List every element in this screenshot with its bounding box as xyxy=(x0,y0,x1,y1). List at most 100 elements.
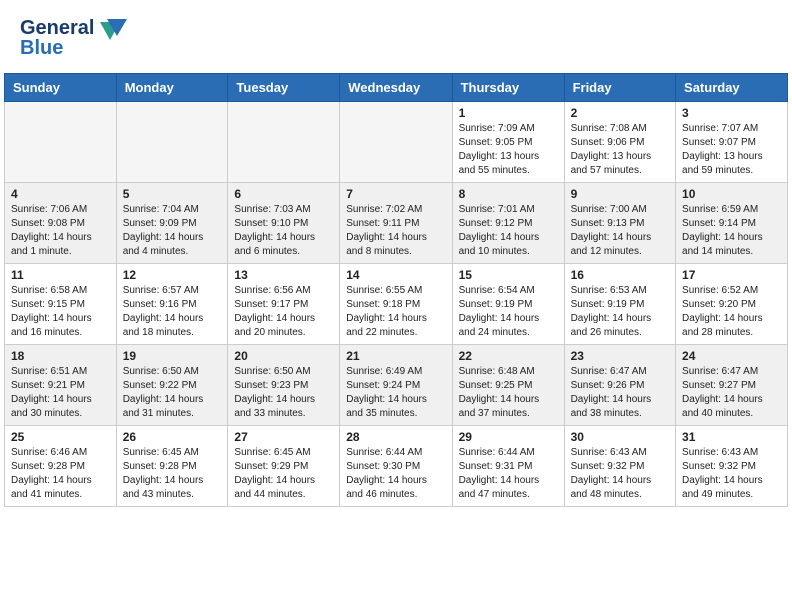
calendar-cell: 12Sunrise: 6:57 AM Sunset: 9:16 PM Dayli… xyxy=(116,264,228,345)
calendar-table: SundayMondayTuesdayWednesdayThursdayFrid… xyxy=(4,73,788,507)
calendar-cell xyxy=(340,102,452,183)
day-number: 9 xyxy=(571,187,669,201)
calendar-week-row: 1Sunrise: 7:09 AM Sunset: 9:05 PM Daylig… xyxy=(5,102,788,183)
day-number: 26 xyxy=(123,430,222,444)
day-info: Sunrise: 7:08 AM Sunset: 9:06 PM Dayligh… xyxy=(571,122,669,178)
day-info: Sunrise: 6:43 AM Sunset: 9:32 PM Dayligh… xyxy=(571,446,669,502)
day-number: 5 xyxy=(123,187,222,201)
calendar-week-row: 18 Sunrise: 6:51 AM Sunset: 9:21 PM Dayli… xyxy=(5,345,788,426)
weekday-header-friday: Friday xyxy=(564,74,675,102)
weekday-header-sunday: Sunday xyxy=(5,74,117,102)
calendar-wrapper: SundayMondayTuesdayWednesdayThursdayFrid… xyxy=(0,73,792,507)
day-info: Sunrise: 6:49 AM Sunset: 9:24 PM Dayligh… xyxy=(346,365,445,421)
calendar-cell: 21 Sunrise: 6:49 AM Sunset: 9:24 PM Dayli… xyxy=(340,345,452,426)
day-info: Sunrise: 6:46 AM Sunset: 9:28 PM Dayligh… xyxy=(11,446,110,502)
day-info: Sunrise: 6:47 AM Sunset: 9:26 PM Dayligh… xyxy=(571,365,669,421)
day-info: Sunrise: 7:04 AM Sunset: 9:09 PM Dayligh… xyxy=(123,203,222,259)
calendar-cell: 15 Sunrise: 6:54 AM Sunset: 9:19 PM Dayli… xyxy=(452,264,564,345)
weekday-header-thursday: Thursday xyxy=(452,74,564,102)
calendar-cell: 18 Sunrise: 6:51 AM Sunset: 9:21 PM Dayli… xyxy=(5,345,117,426)
day-info: Sunrise: 6:50 AM Sunset: 9:23 PM Dayligh… xyxy=(234,365,333,421)
calendar-cell: 4Sunrise: 7:06 AM Sunset: 9:08 PM Daylig… xyxy=(5,183,117,264)
weekday-header-tuesday: Tuesday xyxy=(228,74,340,102)
calendar-cell: 17Sunrise: 6:52 AM Sunset: 9:20 PM Dayli… xyxy=(676,264,788,345)
day-number: 12 xyxy=(123,268,222,282)
day-info: Sunrise: 7:06 AM Sunset: 9:08 PM Dayligh… xyxy=(11,203,110,259)
day-number: 15 xyxy=(459,268,558,282)
day-info: Sunrise: 6:44 AM Sunset: 9:30 PM Dayligh… xyxy=(346,446,445,502)
day-number: 13 xyxy=(234,268,333,282)
calendar-cell: 26 Sunrise: 6:45 AM Sunset: 9:28 PM Dayli… xyxy=(116,426,228,507)
calendar-cell: 11 Sunrise: 6:58 AM Sunset: 9:15 PM Dayli… xyxy=(5,264,117,345)
calendar-cell: 29 Sunrise: 6:44 AM Sunset: 9:31 PM Dayli… xyxy=(452,426,564,507)
day-info: Sunrise: 6:59 AM Sunset: 9:14 PM Dayligh… xyxy=(682,203,781,259)
day-info: Sunrise: 7:02 AM Sunset: 9:11 PM Dayligh… xyxy=(346,203,445,259)
calendar-cell: 2 Sunrise: 7:08 AM Sunset: 9:06 PM Daylig… xyxy=(564,102,675,183)
weekday-header-saturday: Saturday xyxy=(676,74,788,102)
calendar-cell: 9 Sunrise: 7:00 AM Sunset: 9:13 PM Daylig… xyxy=(564,183,675,264)
calendar-cell: 16 Sunrise: 6:53 AM Sunset: 9:19 PM Dayli… xyxy=(564,264,675,345)
calendar-cell: 20Sunrise: 6:50 AM Sunset: 9:23 PM Dayli… xyxy=(228,345,340,426)
day-info: Sunrise: 6:54 AM Sunset: 9:19 PM Dayligh… xyxy=(459,284,558,340)
calendar-cell: 14 Sunrise: 6:55 AM Sunset: 9:18 PM Dayli… xyxy=(340,264,452,345)
calendar-cell: 22 Sunrise: 6:48 AM Sunset: 9:25 PM Dayli… xyxy=(452,345,564,426)
weekday-header-monday: Monday xyxy=(116,74,228,102)
day-number: 23 xyxy=(571,349,669,363)
day-number: 11 xyxy=(11,268,110,282)
day-info: Sunrise: 6:50 AM Sunset: 9:22 PM Dayligh… xyxy=(123,365,222,421)
calendar-cell: 7 Sunrise: 7:02 AM Sunset: 9:11 PM Daylig… xyxy=(340,183,452,264)
day-number: 22 xyxy=(459,349,558,363)
day-number: 8 xyxy=(459,187,558,201)
day-number: 14 xyxy=(346,268,445,282)
day-number: 29 xyxy=(459,430,558,444)
logo-text: General Blue xyxy=(20,12,130,65)
day-info: Sunrise: 6:51 AM Sunset: 9:21 PM Dayligh… xyxy=(11,365,110,421)
calendar-cell xyxy=(228,102,340,183)
page-header: General Blue xyxy=(0,0,792,73)
day-info: Sunrise: 7:03 AM Sunset: 9:10 PM Dayligh… xyxy=(234,203,333,259)
weekday-header-wednesday: Wednesday xyxy=(340,74,452,102)
calendar-cell: 19 Sunrise: 6:50 AM Sunset: 9:22 PM Dayli… xyxy=(116,345,228,426)
svg-text:General: General xyxy=(20,17,94,39)
day-info: Sunrise: 6:56 AM Sunset: 9:17 PM Dayligh… xyxy=(234,284,333,340)
day-info: Sunrise: 7:00 AM Sunset: 9:13 PM Dayligh… xyxy=(571,203,669,259)
day-info: Sunrise: 6:45 AM Sunset: 9:29 PM Dayligh… xyxy=(234,446,333,502)
day-number: 10 xyxy=(682,187,781,201)
day-info: Sunrise: 6:45 AM Sunset: 9:28 PM Dayligh… xyxy=(123,446,222,502)
day-info: Sunrise: 6:58 AM Sunset: 9:15 PM Dayligh… xyxy=(11,284,110,340)
day-info: Sunrise: 6:48 AM Sunset: 9:25 PM Dayligh… xyxy=(459,365,558,421)
day-info: Sunrise: 6:55 AM Sunset: 9:18 PM Dayligh… xyxy=(346,284,445,340)
day-info: Sunrise: 6:52 AM Sunset: 9:20 PM Dayligh… xyxy=(682,284,781,340)
day-number: 6 xyxy=(234,187,333,201)
page-container: General Blue SundayMondayTuesdayWednesda… xyxy=(0,0,792,507)
day-number: 30 xyxy=(571,430,669,444)
calendar-cell: 30 Sunrise: 6:43 AM Sunset: 9:32 PM Dayli… xyxy=(564,426,675,507)
day-info: Sunrise: 7:07 AM Sunset: 9:07 PM Dayligh… xyxy=(682,122,781,178)
calendar-cell: 24Sunrise: 6:47 AM Sunset: 9:27 PM Dayli… xyxy=(676,345,788,426)
calendar-cell: 31 Sunrise: 6:43 AM Sunset: 9:32 PM Dayli… xyxy=(676,426,788,507)
day-info: Sunrise: 6:43 AM Sunset: 9:32 PM Dayligh… xyxy=(682,446,781,502)
calendar-cell: 8 Sunrise: 7:01 AM Sunset: 9:12 PM Daylig… xyxy=(452,183,564,264)
calendar-cell xyxy=(116,102,228,183)
calendar-cell: 3Sunrise: 7:07 AM Sunset: 9:07 PM Daylig… xyxy=(676,102,788,183)
calendar-cell: 25Sunrise: 6:46 AM Sunset: 9:28 PM Dayli… xyxy=(5,426,117,507)
day-number: 27 xyxy=(234,430,333,444)
day-number: 24 xyxy=(682,349,781,363)
day-number: 21 xyxy=(346,349,445,363)
day-info: Sunrise: 6:53 AM Sunset: 9:19 PM Dayligh… xyxy=(571,284,669,340)
day-number: 7 xyxy=(346,187,445,201)
day-number: 16 xyxy=(571,268,669,282)
svg-text:Blue: Blue xyxy=(20,37,63,59)
calendar-week-row: 25Sunrise: 6:46 AM Sunset: 9:28 PM Dayli… xyxy=(5,426,788,507)
day-number: 19 xyxy=(123,349,222,363)
calendar-cell: 1Sunrise: 7:09 AM Sunset: 9:05 PM Daylig… xyxy=(452,102,564,183)
day-number: 18 xyxy=(11,349,110,363)
calendar-week-row: 11 Sunrise: 6:58 AM Sunset: 9:15 PM Dayli… xyxy=(5,264,788,345)
weekday-header-row: SundayMondayTuesdayWednesdayThursdayFrid… xyxy=(5,74,788,102)
day-info: Sunrise: 7:01 AM Sunset: 9:12 PM Dayligh… xyxy=(459,203,558,259)
day-number: 2 xyxy=(571,106,669,120)
day-info: Sunrise: 6:44 AM Sunset: 9:31 PM Dayligh… xyxy=(459,446,558,502)
day-number: 31 xyxy=(682,430,781,444)
calendar-cell: 23 Sunrise: 6:47 AM Sunset: 9:26 PM Dayli… xyxy=(564,345,675,426)
calendar-cell: 5 Sunrise: 7:04 AM Sunset: 9:09 PM Daylig… xyxy=(116,183,228,264)
